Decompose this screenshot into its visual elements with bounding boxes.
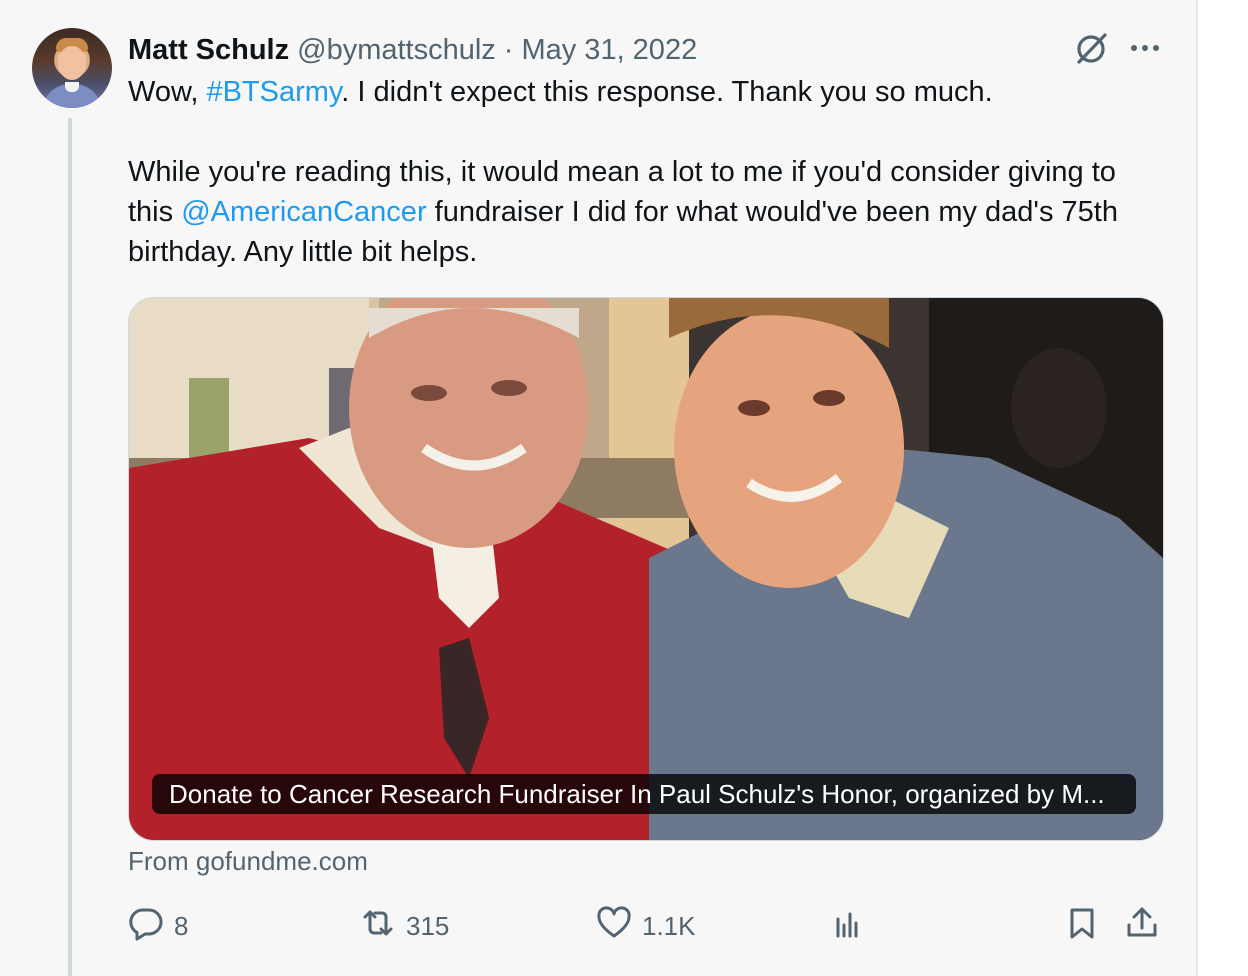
tweet-paragraph-1: Wow, #BTSarmy. I didn't expect this resp… xyxy=(128,72,1168,112)
bookmark-icon xyxy=(1064,905,1100,948)
bar-chart-icon xyxy=(830,905,866,948)
repost-count: 315 xyxy=(406,910,450,941)
link-card-source[interactable]: From gofundme.com xyxy=(128,846,368,877)
tweet-text: Wow, #BTSarmy. I didn't expect this resp… xyxy=(128,72,1168,272)
grok-icon[interactable] xyxy=(1072,30,1110,68)
action-bar: 8 315 1.1K xyxy=(0,900,1196,952)
like-count: 1.1K xyxy=(642,910,696,941)
tweet-date[interactable]: May 31, 2022 xyxy=(521,34,697,67)
hashtag-link[interactable]: #BTSarmy xyxy=(206,76,341,108)
share-icon xyxy=(1124,905,1160,948)
author-avatar[interactable] xyxy=(32,28,112,108)
more-icon[interactable] xyxy=(1128,34,1162,62)
photo-illustration xyxy=(129,298,1163,840)
like-button[interactable]: 1.1K xyxy=(596,900,696,952)
avatar-collar xyxy=(65,82,79,92)
bookmark-button[interactable] xyxy=(1064,900,1100,952)
tweet-paragraph-2: While you're reading this, it would mean… xyxy=(128,152,1168,272)
repost-button[interactable]: 315 xyxy=(360,900,449,952)
reply-icon xyxy=(128,905,164,948)
link-card-image[interactable] xyxy=(128,297,1164,841)
heart-icon xyxy=(596,905,632,948)
thread-line xyxy=(68,118,72,976)
author-name[interactable]: Matt Schulz xyxy=(128,34,289,67)
text-segment: . I didn't expect this response. Thank y… xyxy=(341,76,993,108)
text-segment: Wow, xyxy=(128,76,207,108)
tweet-card[interactable]: Matt Schulz @bymattschulz · May 31, 2022… xyxy=(0,0,1198,976)
views-button[interactable] xyxy=(830,900,866,952)
repost-icon xyxy=(360,905,396,948)
reply-count: 8 xyxy=(174,910,189,941)
share-button[interactable] xyxy=(1124,900,1160,952)
author-handle[interactable]: @bymattschulz xyxy=(297,34,496,67)
meta-separator: · xyxy=(503,33,514,66)
reply-button[interactable]: 8 xyxy=(128,900,188,952)
tweet-header: Matt Schulz @bymattschulz · May 31, 2022 xyxy=(128,30,697,70)
avatar-face xyxy=(58,46,86,80)
link-card-title[interactable]: Donate to Cancer Research Fundraiser In … xyxy=(152,774,1136,814)
mention-link[interactable]: @AmericanCancer xyxy=(181,196,426,228)
